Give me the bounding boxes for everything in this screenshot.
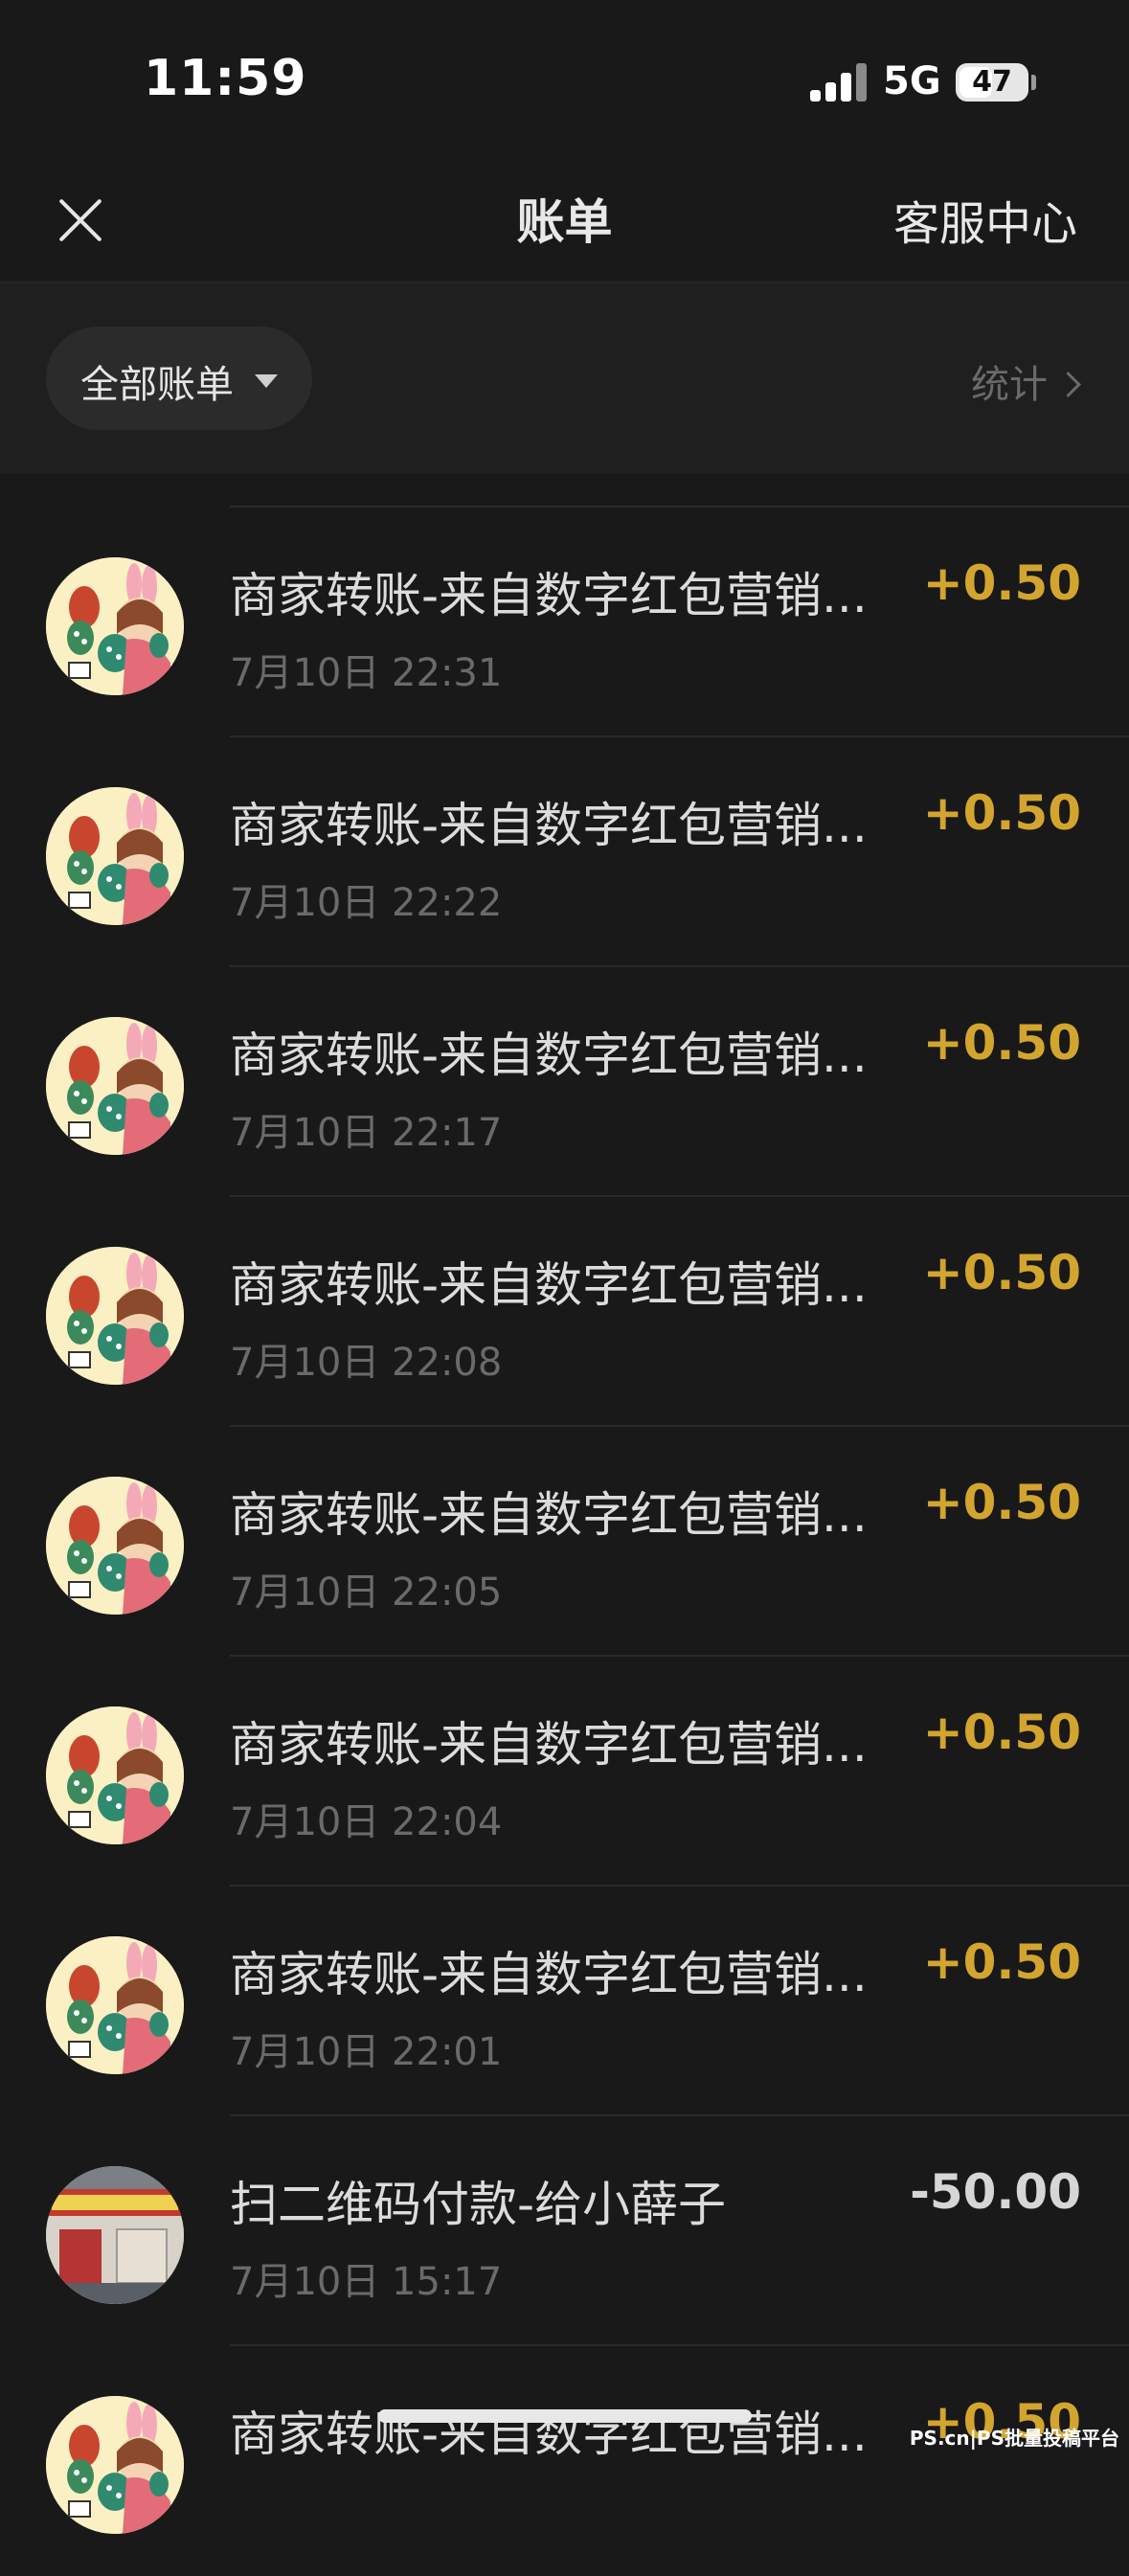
transaction-time: 7月10日 22:08 — [230, 1341, 503, 1385]
watermark: PS.cn|PS批量投稿平台 — [909, 2427, 1119, 2450]
transaction-time: 7月10日 22:31 — [230, 651, 503, 695]
transaction-title: 商家转账-来自数字红包营销... — [230, 1028, 868, 1083]
transaction-time: 7月10日 15:17 — [230, 2260, 503, 2304]
status-time: 11:59 — [144, 50, 307, 107]
bunny-girl-avatar — [46, 557, 184, 695]
transaction-amount: +0.50 — [922, 1015, 1081, 1071]
close-icon[interactable] — [54, 192, 107, 245]
transaction-title: 商家转账-来自数字红包营销... — [230, 568, 868, 623]
home-indicator — [378, 2409, 752, 2423]
transaction-row[interactable]: 商家转账-来自数字红包营销... 7月10日 22:04 +0.50 — [0, 1657, 1129, 1887]
filter-label: 全部账单 — [80, 363, 234, 407]
transaction-amount: +0.50 — [922, 1705, 1081, 1760]
transaction-time: 7月10日 22:17 — [230, 1111, 503, 1155]
transaction-time: 7月10日 22:01 — [230, 2030, 503, 2074]
battery-tip — [1031, 75, 1036, 90]
transaction-row[interactable]: 扫二维码付款-给小薛子 7月10日 15:17 -50.00 — [0, 2116, 1129, 2346]
transaction-title: 商家转账-来自数字红包营销... — [230, 798, 868, 853]
transaction-row[interactable]: 商家转账-来自数字红包营销... 7月10日 22:08 +0.50 — [0, 1197, 1129, 1427]
transaction-row[interactable]: 商家转账-来自数字红包营销... 7月10日 22:05 +0.50 — [0, 1427, 1129, 1657]
transaction-amount: -50.00 — [910, 2164, 1081, 2220]
bunny-girl-avatar — [46, 1706, 184, 1844]
customer-service-link[interactable]: 客服中心 — [893, 186, 1077, 253]
transaction-title: 商家转账-来自数字红包营销... — [230, 1947, 868, 2002]
transaction-title: 商家转账-来自数字红包营销... — [230, 1487, 868, 1543]
bunny-girl-avatar — [46, 1017, 184, 1155]
cellular-signal-icon — [810, 61, 868, 102]
bill-filter-dropdown[interactable]: 全部账单 — [46, 327, 312, 430]
battery-icon: 47 — [956, 63, 1028, 102]
transaction-row[interactable]: 商家转账-来自数字红包营销... 7月10日 22:22 +0.50 — [0, 737, 1129, 967]
transaction-amount: +0.50 — [922, 1934, 1081, 1990]
storefront-avatar — [46, 2166, 184, 2304]
bunny-girl-avatar — [46, 1936, 184, 2074]
network-type: 5G — [883, 59, 941, 103]
chevron-right-icon — [1055, 372, 1081, 397]
stats-label: 统计 — [971, 363, 1048, 407]
transaction-amount: +0.50 — [922, 1245, 1081, 1300]
transaction-row[interactable]: 商家转账-来自数字红包营销... +0.50 — [0, 2346, 1129, 2576]
transaction-amount: +0.50 — [922, 1475, 1081, 1530]
transaction-title: 扫二维码付款-给小薛子 — [230, 2177, 727, 2232]
transaction-amount: +0.50 — [922, 785, 1081, 841]
stats-link[interactable]: 统计 — [971, 353, 1081, 409]
transaction-title: 商家转账-来自数字红包营销... — [230, 1257, 868, 1313]
transaction-row[interactable]: 商家转账-来自数字红包营销... 7月10日 22:01 +0.50 — [0, 1887, 1129, 2116]
bunny-girl-avatar — [46, 1477, 184, 1615]
transaction-time: 7月10日 22:04 — [230, 1800, 503, 1844]
filter-bar: 全部账单 统计 — [0, 282, 1129, 474]
transaction-time: 7月10日 22:05 — [230, 1570, 503, 1615]
status-bar: 11:59 5G 47 — [0, 0, 1129, 163]
transaction-row[interactable]: 商家转账-来自数字红包营销... 7月10日 22:31 +0.50 — [0, 508, 1129, 737]
bunny-girl-avatar — [46, 2396, 184, 2534]
bunny-girl-avatar — [46, 1247, 184, 1385]
battery-level: 47 — [972, 65, 1012, 99]
transaction-title: 商家转账-来自数字红包营销... — [230, 2407, 868, 2462]
transaction-time: 7月10日 22:22 — [230, 881, 503, 925]
transaction-amount: +0.50 — [922, 555, 1081, 611]
transaction-title: 商家转账-来自数字红包营销... — [230, 1717, 868, 1773]
nav-bar: 账单 客服中心 — [0, 163, 1129, 282]
bunny-girl-avatar — [46, 787, 184, 925]
transaction-row[interactable]: 商家转账-来自数字红包营销... 7月10日 22:17 +0.50 — [0, 967, 1129, 1197]
caret-down-icon — [255, 374, 278, 388]
